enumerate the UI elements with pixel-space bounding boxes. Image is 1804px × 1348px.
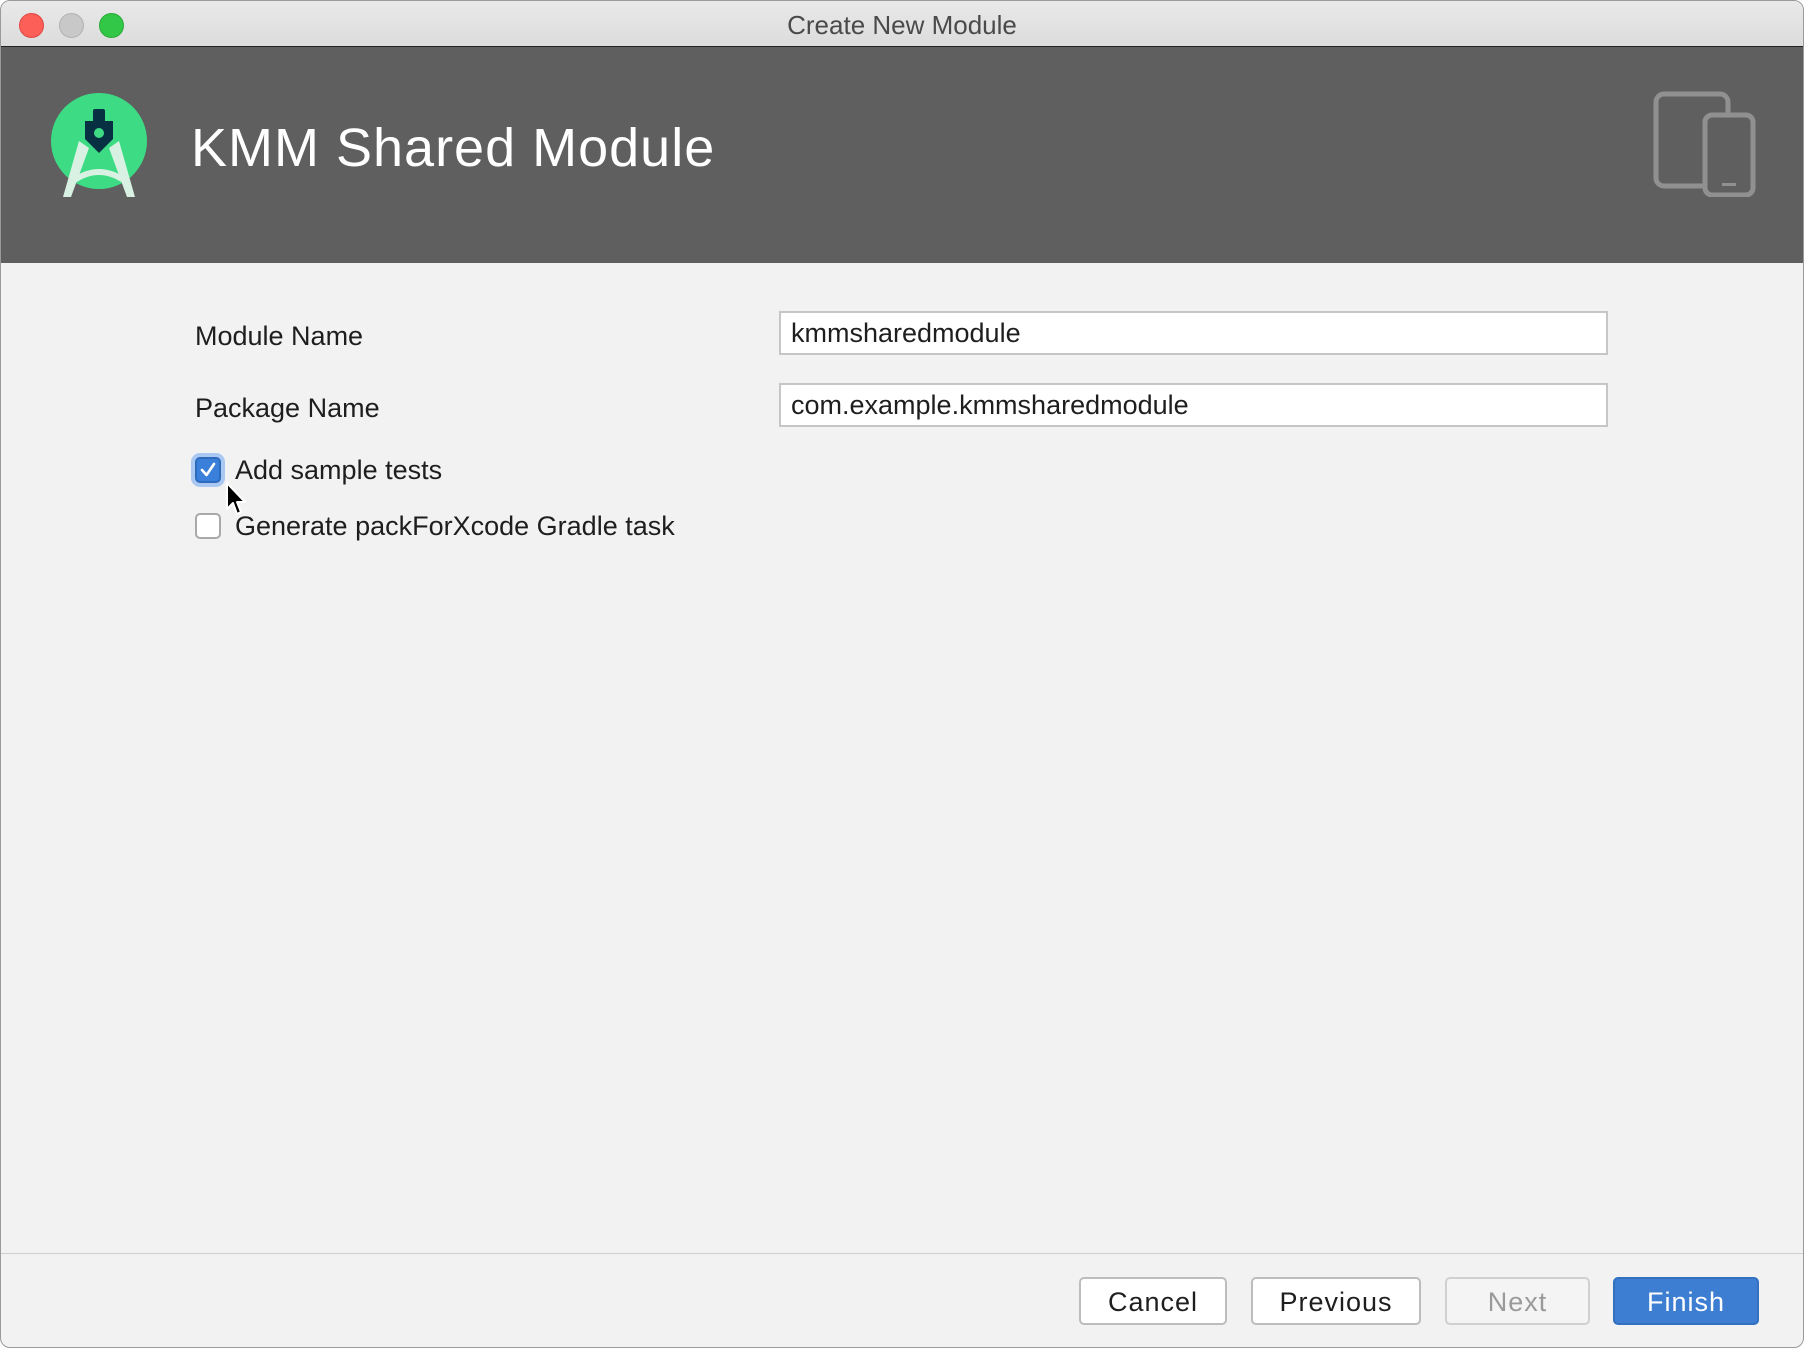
package-name-input[interactable] — [779, 383, 1608, 427]
checkmark-icon — [200, 462, 216, 477]
window-title: Create New Module — [787, 10, 1017, 40]
wizard-header: KMM Shared Module — [1, 47, 1803, 263]
add-sample-tests-label[interactable]: Add sample tests — [235, 455, 442, 486]
title-bar: Create New Module — [1, 1, 1803, 47]
cancel-button[interactable]: Cancel — [1079, 1277, 1227, 1325]
footer-divider — [1, 1253, 1803, 1254]
generate-packforxcode-label[interactable]: Generate packForXcode Gradle task — [235, 511, 675, 542]
mouse-pointer-icon — [226, 482, 246, 515]
header-title: KMM Shared Module — [191, 118, 716, 178]
create-module-dialog: Create New Module KMM Shared Module Modu… — [0, 0, 1804, 1348]
previous-button[interactable]: Previous — [1251, 1277, 1421, 1325]
package-name-label: Package Name — [195, 393, 380, 423]
add-sample-tests-checkbox[interactable] — [195, 457, 221, 483]
finish-button[interactable]: Finish — [1613, 1277, 1759, 1325]
next-button[interactable]: Next — [1445, 1277, 1590, 1325]
android-studio-logo-icon — [51, 93, 147, 197]
tablet-phone-devices-icon — [1653, 91, 1756, 197]
module-name-label: Module Name — [195, 321, 364, 351]
module-name-input[interactable] — [779, 311, 1608, 355]
generate-packforxcode-checkbox[interactable] — [195, 513, 221, 539]
